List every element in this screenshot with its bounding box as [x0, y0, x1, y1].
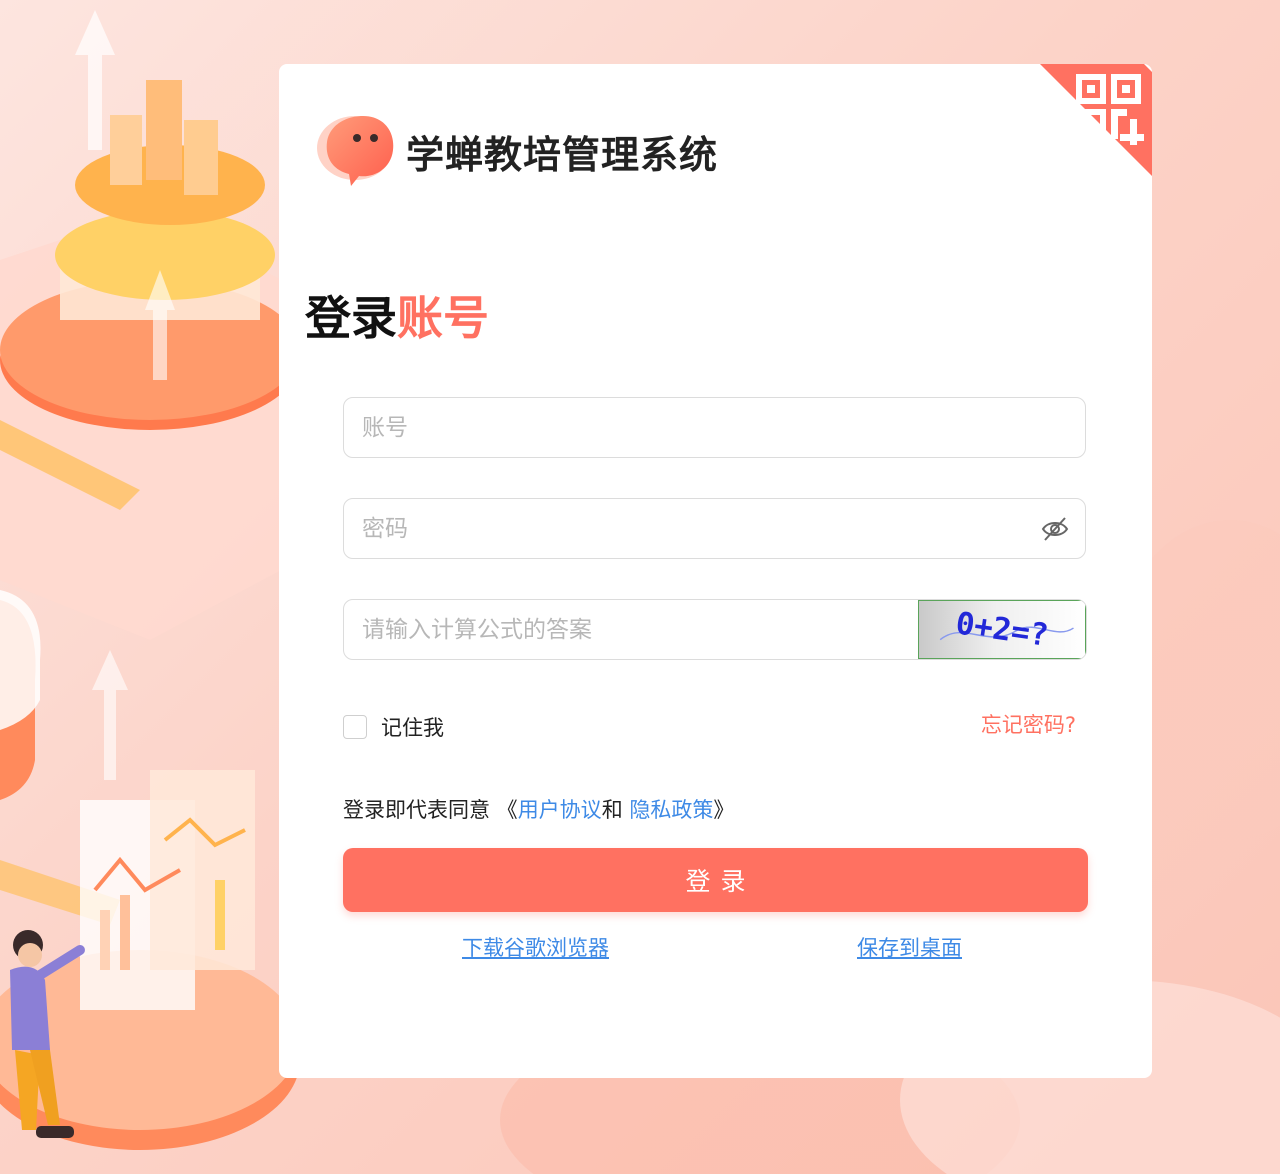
agree-suffix: 》 — [713, 798, 735, 822]
login-heading: 登录账号 — [305, 282, 489, 348]
login-card: 学蝉教培管理系统 登录账号 0+2=? 记住我 忘记密码? 登录即代表同意 《用… — [279, 64, 1152, 1078]
account-field-box — [343, 397, 1086, 458]
captcha-input[interactable] — [344, 600, 984, 659]
login-heading-part2: 账号 — [397, 291, 489, 345]
save-to-desktop-link[interactable]: 保存到桌面 — [857, 932, 962, 962]
download-chrome-link[interactable]: 下载谷歌浏览器 — [462, 932, 609, 962]
forgot-password-link[interactable]: 忘记密码? — [981, 712, 1076, 738]
privacy-policy-link[interactable]: 隐私政策 — [629, 798, 713, 822]
qr-code-icon[interactable] — [1040, 64, 1152, 176]
agreement-text: 登录即代表同意 《用户协议和 隐私政策》 — [343, 794, 734, 824]
captcha-image[interactable]: 0+2=? — [918, 600, 1086, 659]
password-input[interactable] — [344, 499, 984, 558]
user-agreement-link[interactable]: 用户协议 — [518, 798, 602, 822]
remember-me[interactable]: 记住我 — [343, 712, 444, 742]
chat-bubble-logo — [317, 116, 394, 186]
agree-and: 和 — [601, 798, 623, 822]
eye-off-icon[interactable] — [1041, 516, 1069, 542]
login-heading-part1: 登录 — [305, 291, 397, 345]
password-field-box — [343, 498, 1086, 559]
app-title: 学蝉教培管理系统 — [406, 133, 719, 177]
captcha-field-box: 0+2=? — [343, 599, 1087, 660]
login-button[interactable]: 登录 — [343, 848, 1088, 912]
remember-checkbox[interactable] — [343, 715, 367, 739]
agree-prefix: 登录即代表同意 《 — [343, 798, 518, 822]
account-input[interactable] — [344, 398, 984, 457]
captcha-text: 0+2=? — [953, 605, 1050, 654]
remember-label: 记住我 — [381, 716, 444, 740]
